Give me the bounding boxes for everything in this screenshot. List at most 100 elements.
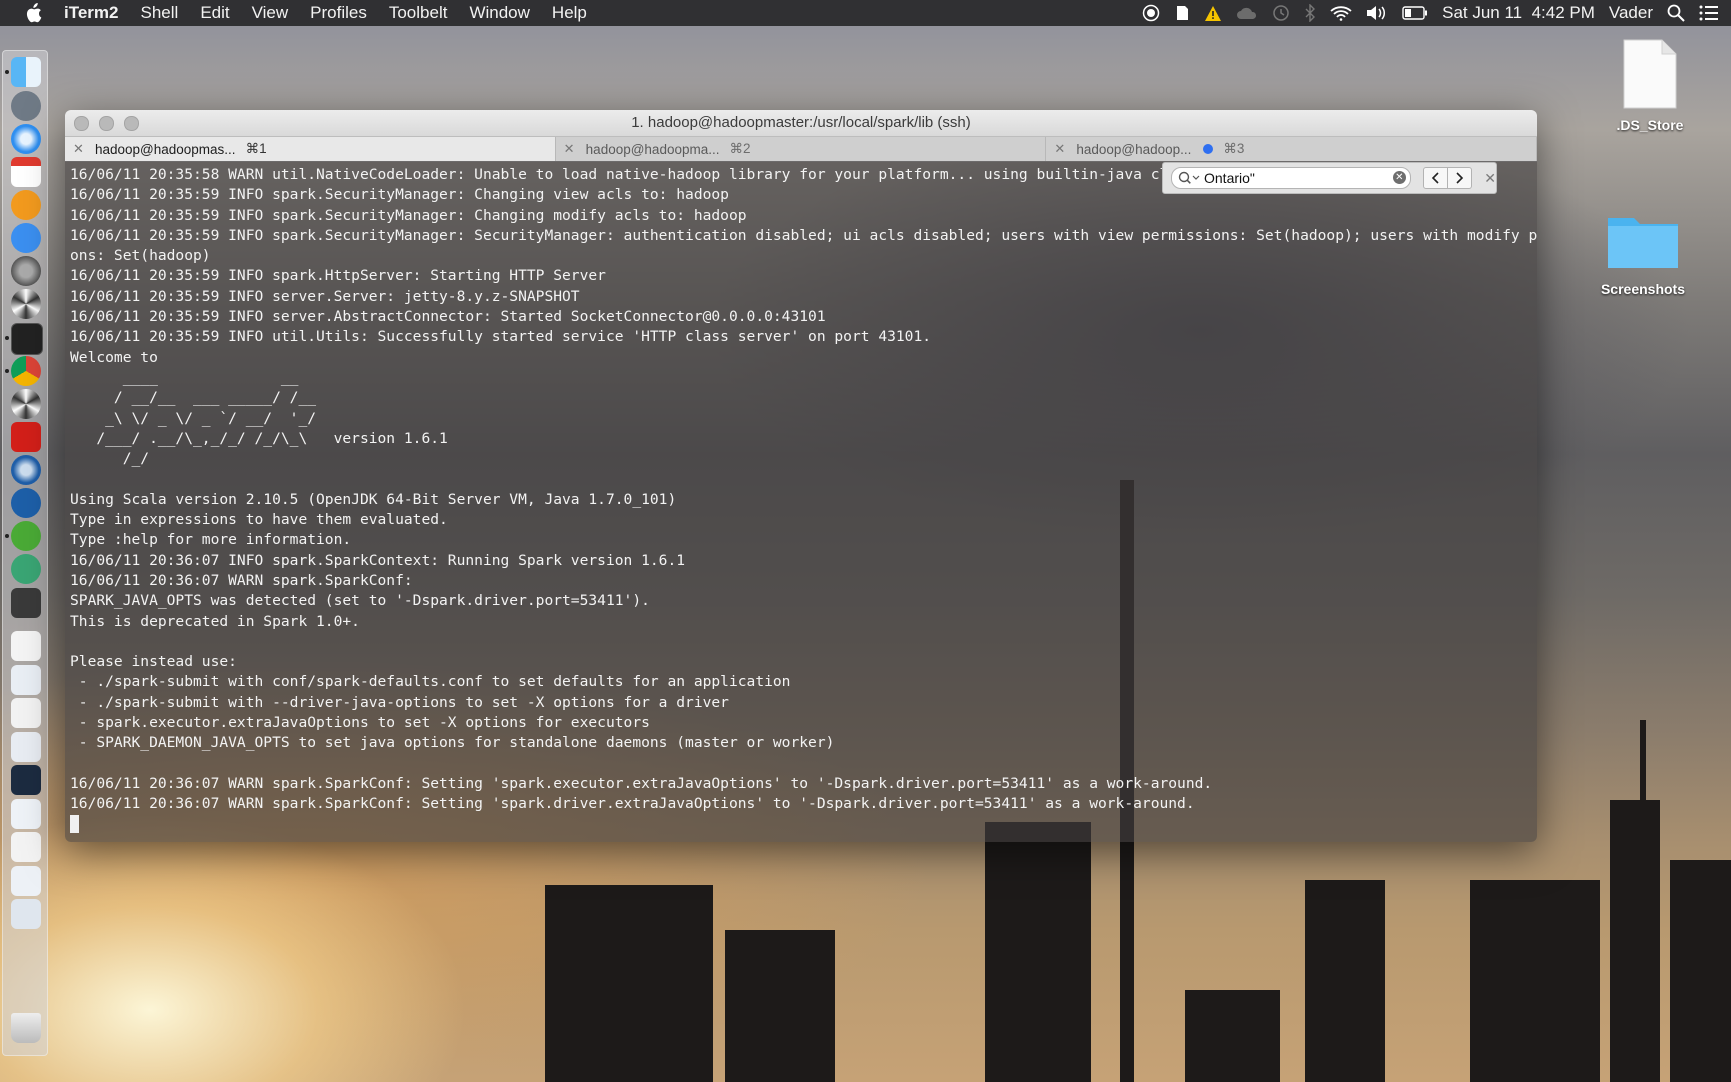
calendar-icon[interactable] xyxy=(11,157,41,187)
minimize-window-button[interactable] xyxy=(99,116,114,131)
record-icon[interactable] xyxy=(1142,2,1160,24)
chevron-left-icon xyxy=(1432,172,1440,184)
terminal-line: Welcome to xyxy=(70,348,158,366)
tab-2[interactable]: ✕ hadoop@hadoopma... ⌘2 xyxy=(556,137,1047,161)
terminal-line: SPARK_JAVA_OPTS was detected (set to '-D… xyxy=(70,592,650,610)
menu-app-name[interactable]: iTerm2 xyxy=(64,3,119,23)
close-tab-icon[interactable]: ✕ xyxy=(564,141,578,157)
document-7-icon[interactable] xyxy=(11,832,41,862)
find-input[interactable]: Ontario" ✕ xyxy=(1171,167,1411,189)
app-store-icon[interactable] xyxy=(11,223,41,253)
ibooks-icon[interactable] xyxy=(11,190,41,220)
cloud-icon[interactable] xyxy=(1236,2,1258,24)
menu-edit[interactable]: Edit xyxy=(200,3,229,23)
terminal-line: - ./spark-submit with conf/spark-default… xyxy=(70,673,791,691)
terminal-line: 16/06/11 20:35:59 INFO spark.HttpServer:… xyxy=(70,267,606,285)
menubar-user[interactable]: Vader xyxy=(1609,3,1653,23)
menubar-clock[interactable]: Sat Jun 11 4:42 PM xyxy=(1442,3,1595,23)
evernote-icon[interactable] xyxy=(11,521,41,551)
zoom-window-button[interactable] xyxy=(124,116,139,131)
close-find-icon[interactable]: ✕ xyxy=(1484,170,1496,187)
menu-view[interactable]: View xyxy=(252,3,289,23)
chrome-icon[interactable] xyxy=(11,356,41,386)
terminal-icon[interactable] xyxy=(11,323,43,355)
menu-bar: iTerm2 Shell Edit View Profiles Toolbelt… xyxy=(0,0,1731,26)
spark-logo-line: _\ \/ _ \/ _ `/ __/ '_/ xyxy=(70,409,317,427)
menu-shell[interactable]: Shell xyxy=(141,3,179,23)
search-icon xyxy=(1178,171,1200,184)
menu-profiles[interactable]: Profiles xyxy=(310,3,367,23)
acrobat-icon[interactable] xyxy=(11,422,41,452)
bluetooth-icon[interactable] xyxy=(1304,2,1316,24)
sourcetree-icon[interactable] xyxy=(11,488,41,518)
desktop-icon-ds-store[interactable]: .DS_Store xyxy=(1600,38,1700,133)
document-6-icon[interactable] xyxy=(11,799,41,829)
document-5-icon[interactable] xyxy=(11,765,41,795)
terminal-line: - ./spark-submit with --driver-java-opti… xyxy=(70,693,729,711)
notification-center-icon[interactable] xyxy=(1699,2,1719,24)
spotlight-search-icon[interactable] xyxy=(1667,2,1685,24)
find-next-button[interactable] xyxy=(1448,167,1473,189)
document-2-icon[interactable] xyxy=(11,665,41,695)
time-machine-icon[interactable] xyxy=(1272,2,1290,24)
window-title: 1. hadoop@hadoopmaster:/usr/local/spark/… xyxy=(631,114,971,131)
tab-shortcut: ⌘2 xyxy=(729,141,751,156)
pinwheel-app-icon[interactable] xyxy=(11,289,41,319)
tab-activity-indicator xyxy=(1203,144,1214,154)
wifi-icon[interactable] xyxy=(1330,2,1352,24)
terminal-line: Type :help for more information. xyxy=(70,531,352,549)
tab-shortcut: ⌘1 xyxy=(245,141,267,156)
tab-3[interactable]: ✕ hadoop@hadoop... ⌘3 xyxy=(1046,137,1537,161)
menu-window[interactable]: Window xyxy=(469,3,529,23)
close-window-button[interactable] xyxy=(74,116,89,131)
document-3-icon[interactable] xyxy=(11,698,41,728)
warning-icon[interactable] xyxy=(1204,2,1222,24)
terminal-line: 16/06/11 20:36:07 WARN spark.SparkConf: … xyxy=(70,774,1213,792)
quicktime-icon[interactable] xyxy=(11,455,41,485)
find-previous-button[interactable] xyxy=(1422,167,1449,189)
iterm-window: 1. hadoop@hadoopmaster:/usr/local/spark/… xyxy=(65,110,1537,842)
prompt-line xyxy=(70,814,1537,835)
close-tab-icon[interactable]: ✕ xyxy=(73,141,87,157)
finder-icon[interactable] xyxy=(11,57,41,87)
launchpad-icon[interactable] xyxy=(11,91,41,121)
document-8-icon[interactable] xyxy=(11,866,41,896)
atom-icon[interactable] xyxy=(11,554,41,584)
close-tab-icon[interactable]: ✕ xyxy=(1054,141,1068,157)
pinwheel-app-2-icon[interactable] xyxy=(11,389,41,419)
terminal-line: 16/06/11 20:35:59 INFO util.Utils: Succe… xyxy=(70,328,932,346)
document-4-icon[interactable] xyxy=(11,732,41,762)
volume-icon[interactable] xyxy=(1366,2,1388,24)
trash-icon[interactable] xyxy=(11,1013,41,1043)
tab-label: hadoop@hadoopma... xyxy=(585,141,720,157)
running-indicator xyxy=(5,369,9,373)
spark-logo-line: ____ __ xyxy=(70,368,299,386)
spark-logo-line: /___/ .__/\_,_/_/ /_/\_\ version 1.6.1 xyxy=(70,429,448,447)
dock xyxy=(2,50,48,1056)
document-icon[interactable] xyxy=(11,631,41,661)
clear-search-icon[interactable]: ✕ xyxy=(1392,171,1406,184)
sublime-text-icon[interactable] xyxy=(11,588,41,618)
document-9-icon[interactable] xyxy=(11,899,41,929)
tab-1[interactable]: ✕ hadoop@hadoopmas... ⌘1 xyxy=(65,137,556,161)
tab-label: hadoop@hadoopmas... xyxy=(95,141,236,157)
tab-shortcut: ⌘3 xyxy=(1223,141,1245,156)
text-cursor[interactable] xyxy=(70,814,79,833)
battery-icon[interactable] xyxy=(1402,2,1428,24)
evernote-helper-icon[interactable] xyxy=(1174,2,1190,24)
apple-icon[interactable] xyxy=(24,3,48,23)
terminal-line: 16/06/11 20:36:07 WARN spark.SparkConf: xyxy=(70,571,413,589)
system-preferences-icon[interactable] xyxy=(11,256,41,286)
desktop-icon-screenshots[interactable]: Screenshots xyxy=(1588,210,1698,297)
terminal-output[interactable]: 16/06/11 20:35:58 WARN util.NativeCodeLo… xyxy=(65,161,1537,842)
chevron-right-icon xyxy=(1456,172,1463,184)
safari-icon[interactable] xyxy=(11,124,41,154)
terminal-line: - spark.executor.extraJavaOptions to set… xyxy=(70,714,650,732)
menu-help[interactable]: Help xyxy=(552,3,587,23)
find-bar: Ontario" ✕ ✕ xyxy=(1162,162,1497,194)
window-titlebar[interactable]: 1. hadoop@hadoopmaster:/usr/local/spark/… xyxy=(65,110,1537,137)
menu-toolbelt[interactable]: Toolbelt xyxy=(389,3,448,23)
